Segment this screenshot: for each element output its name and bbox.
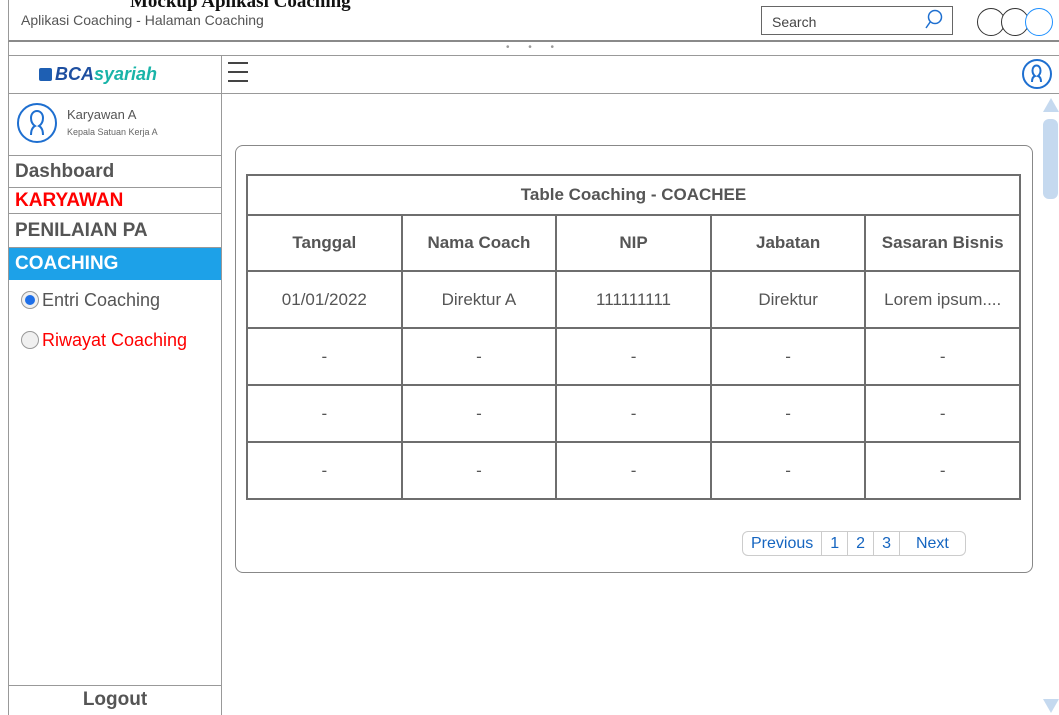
brand-bca: BCA — [55, 64, 94, 84]
table-caption: Table Coaching - COACHEE — [246, 174, 1021, 216]
table-cell: 111111111 — [555, 270, 712, 329]
scroll-down-arrow-icon[interactable] — [1043, 699, 1059, 713]
table-cell: - — [864, 327, 1021, 386]
column-header-nama-coach: Nama Coach — [400, 214, 558, 272]
close-button[interactable] — [1025, 8, 1053, 36]
pagination-page-1[interactable]: 1 — [822, 532, 849, 555]
subitem-label: Riwayat Coaching — [42, 330, 188, 350]
table-cell: Direktur A — [400, 270, 558, 329]
search-icon[interactable] — [924, 9, 944, 31]
sidebar-item-penilaian-pa[interactable]: PENILAIAN PA — [9, 214, 221, 248]
table-cell: - — [555, 384, 712, 443]
table-cell: - — [246, 441, 403, 500]
window-title-bar: Aplikasi Coaching - Halaman Coaching Sea… — [8, 0, 1059, 42]
pagination: Previous 1 2 3 Next — [742, 531, 966, 556]
user-name: Karyawan A — [67, 107, 137, 122]
table-cell: - — [709, 384, 867, 443]
table-cell: 01/01/2022 — [246, 270, 403, 329]
resize-handle[interactable]: • • • — [8, 42, 1059, 56]
table-cell: - — [864, 384, 1021, 443]
column-header-sasaran-bisnis: Sasaran Bisnis — [864, 214, 1021, 272]
table-row[interactable]: - - - - - — [246, 384, 1021, 443]
table-cell: - — [400, 327, 558, 386]
table-cell: - — [400, 441, 558, 500]
table-cell: Lorem ipsum.... — [864, 270, 1021, 329]
pagination-page-2[interactable]: 2 — [848, 532, 875, 555]
table-cell: - — [246, 384, 403, 443]
coaching-table: Table Coaching - COACHEE Tanggal Nama Co… — [246, 174, 1021, 500]
sidebar-item-coaching[interactable]: COACHING — [9, 248, 221, 280]
bca-logo-icon — [39, 68, 52, 81]
scroll-up-arrow-icon[interactable] — [1043, 98, 1059, 112]
hamburger-menu-icon[interactable] — [228, 60, 248, 86]
column-header-tanggal: Tanggal — [246, 214, 403, 272]
brand-logo: BCA syariah — [9, 56, 221, 94]
table-row[interactable]: - - - - - — [246, 327, 1021, 386]
brand-syariah: syariah — [94, 64, 158, 84]
pagination-next-button[interactable]: Next — [900, 532, 965, 555]
table-cell: - — [555, 441, 712, 500]
user-account-icon[interactable] — [1022, 59, 1052, 89]
radio-selected-icon[interactable] — [21, 291, 39, 309]
content-top-bar — [222, 56, 1059, 94]
table-cell: - — [709, 441, 867, 500]
sidebar-item-karyawan[interactable]: KARYAWAN — [9, 188, 221, 214]
pagination-page-3[interactable]: 3 — [874, 532, 900, 555]
table-cell: Direktur — [709, 270, 867, 329]
search-placeholder: Search — [772, 14, 817, 30]
table-cell: - — [864, 441, 1021, 500]
scroll-thumb[interactable] — [1043, 119, 1058, 199]
table-row[interactable]: - - - - - — [246, 441, 1021, 500]
avatar-icon — [17, 103, 57, 143]
table-cell: - — [555, 327, 712, 386]
column-header-nip: NIP — [555, 214, 712, 272]
table-cell: - — [709, 327, 867, 386]
sidebar: BCA syariah Karyawan A Kepala Satuan Kerj… — [8, 56, 222, 715]
sidebar-subitem-riwayat-coaching[interactable]: Riwayat Coaching — [9, 320, 221, 360]
user-profile: Karyawan A Kepala Satuan Kerja A — [9, 94, 221, 156]
sidebar-subitem-entri-coaching[interactable]: Entri Coaching — [9, 280, 221, 320]
table-row[interactable]: 01/01/2022 Direktur A 111111111 Direktur… — [246, 270, 1021, 329]
pagination-previous-button[interactable]: Previous — [743, 532, 823, 555]
column-header-jabatan: Jabatan — [709, 214, 867, 272]
subitem-label: Entri Coaching — [42, 290, 161, 310]
search-input[interactable]: Search — [761, 6, 953, 35]
user-role: Kepala Satuan Kerja A — [67, 127, 158, 137]
vertical-scrollbar[interactable] — [1042, 94, 1059, 715]
logout-button[interactable]: Logout — [9, 685, 221, 715]
window-title: Aplikasi Coaching - Halaman Coaching — [21, 12, 264, 28]
window-controls — [977, 8, 1053, 36]
sidebar-item-dashboard[interactable]: Dashboard — [9, 156, 221, 188]
radio-unselected-icon[interactable] — [21, 331, 39, 349]
table-cell: - — [246, 327, 403, 386]
table-cell: - — [400, 384, 558, 443]
